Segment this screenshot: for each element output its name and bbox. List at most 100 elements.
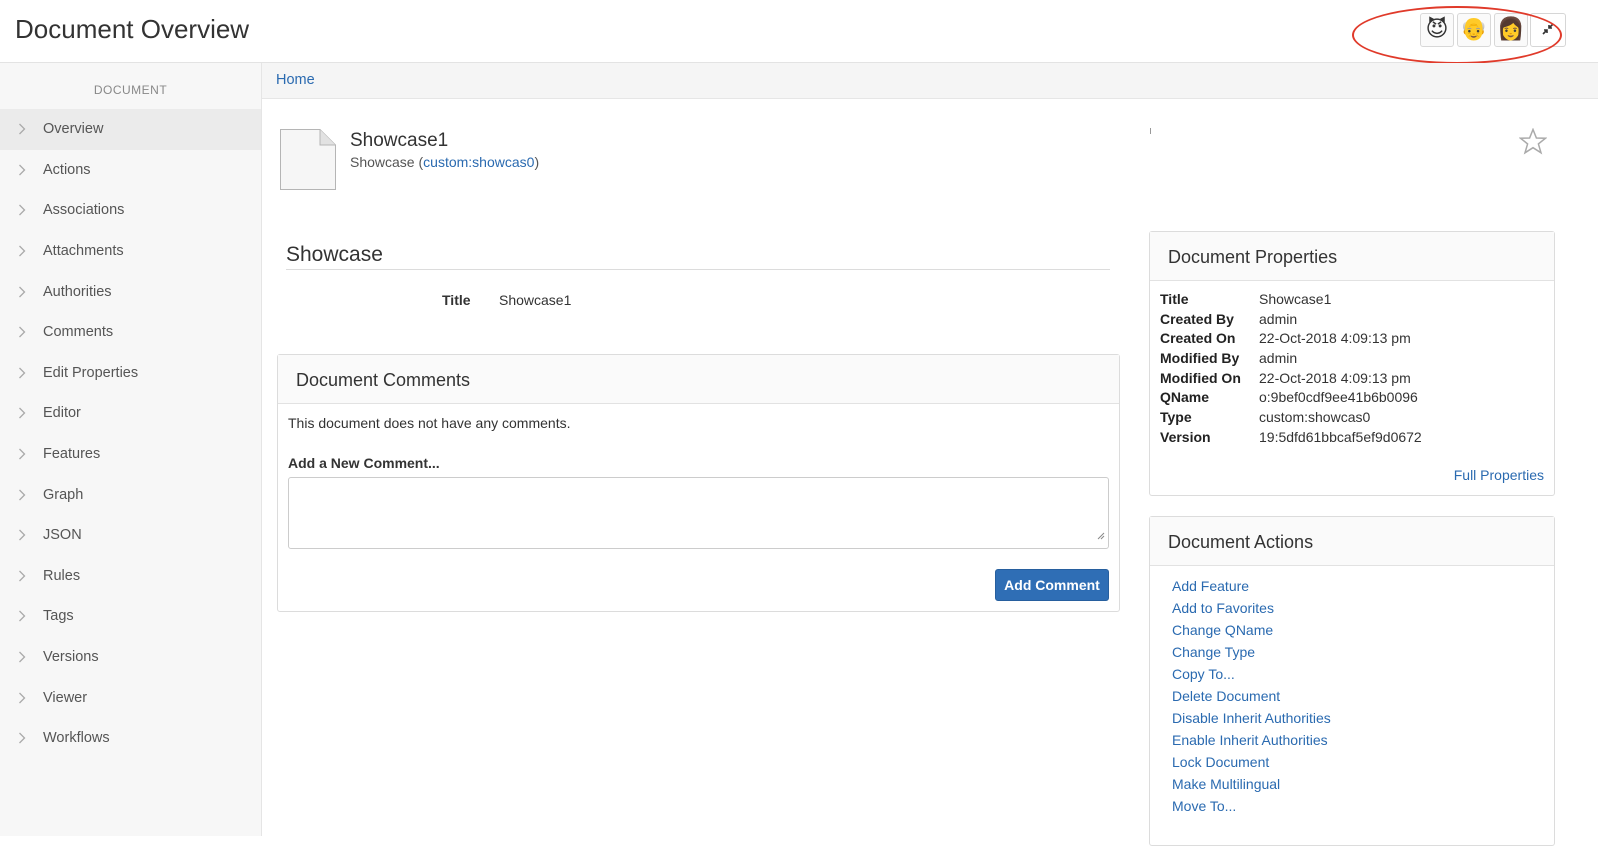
sidebar-item-label: Attachments <box>43 243 124 260</box>
chevron-right-icon <box>18 285 26 299</box>
list-item: Add Feature <box>1172 578 1331 600</box>
list-item: Add to Favorites <box>1172 600 1331 622</box>
sidebar-item-label: Workflows <box>43 730 110 747</box>
list-item: Disable Inherit Authorities <box>1172 710 1331 732</box>
chevron-right-icon <box>18 122 26 136</box>
property-key: QName <box>1160 389 1210 406</box>
sidebar-item-overview[interactable]: Overview <box>0 109 261 150</box>
property-row: Created By admin <box>1160 311 1422 331</box>
chevron-right-icon <box>18 406 26 420</box>
list-item: Move To... <box>1172 798 1331 820</box>
divider-mark <box>1150 128 1151 134</box>
sidebar-item-comments[interactable]: Comments <box>0 312 261 353</box>
sidebar-item-viewer[interactable]: Viewer <box>0 677 261 718</box>
chevron-right-icon <box>18 488 26 502</box>
sidebar-nav: Overview Actions Associations Attachments Au… <box>0 109 261 759</box>
full-properties-link[interactable]: Full Properties <box>1454 467 1544 483</box>
sidebar-item-edit-properties[interactable]: Edit Properties <box>0 353 261 394</box>
list-item: Make Multilingual <box>1172 776 1331 798</box>
property-key: Type <box>1160 409 1192 426</box>
action-change-type-link[interactable]: Change Type <box>1172 644 1255 660</box>
property-key: Version <box>1160 428 1211 445</box>
sidebar-item-attachments[interactable]: Attachments <box>0 231 261 272</box>
chevron-right-icon <box>18 691 26 705</box>
property-value-link[interactable]: 19:5dfd61bbcaf5ef9d0672 <box>1259 429 1422 449</box>
sidebar-item-label: Edit Properties <box>43 364 139 381</box>
property-row: Title Showcase1 <box>1160 291 1422 311</box>
sidebar-item-tags[interactable]: Tags <box>0 596 261 637</box>
resize-grip-icon[interactable] <box>1097 527 1105 543</box>
action-move-to-link[interactable]: Move To... <box>1172 798 1236 814</box>
property-row: QName o:9bef0cdf9ee41b6b0096 <box>1160 389 1422 409</box>
action-change-qname-link[interactable]: Change QName <box>1172 622 1273 638</box>
sidebar-item-label: Tags <box>43 608 74 625</box>
action-add-feature-link[interactable]: Add Feature <box>1172 578 1249 594</box>
document-properties-panel: Document Properties Title Showcase1 Create… <box>1149 231 1555 496</box>
sidebar-item-workflows[interactable]: Workflows <box>0 718 261 759</box>
property-value: 22-Oct-2018 4:09:13 pm <box>1259 330 1411 347</box>
user-avatars: 😈 👴 👩 <box>1420 13 1528 47</box>
property-key: Modified On <box>1160 369 1241 386</box>
property-value: o:9bef0cdf9ee41b6b0096 <box>1259 389 1418 406</box>
sidebar-item-graph[interactable]: Graph <box>0 474 261 515</box>
document-actions-panel: Document Actions Add Feature Add to Favor… <box>1149 516 1555 846</box>
sidebar-item-associations[interactable]: Associations <box>0 190 261 231</box>
chevron-right-icon <box>18 569 26 583</box>
chevron-right-icon <box>18 325 26 339</box>
title-field-value: Showcase1 <box>499 292 572 308</box>
collapse-button[interactable] <box>1530 13 1566 47</box>
panel-title: Document Actions <box>1168 532 1314 552</box>
document-name: Showcase1 <box>350 130 449 151</box>
property-key: Title <box>1160 291 1189 307</box>
property-key: Modified By <box>1160 350 1240 367</box>
avatar[interactable]: 👩 <box>1494 13 1528 47</box>
property-row: Created On 22-Oct-2018 4:09:13 pm <box>1160 330 1422 350</box>
sidebar-item-label: Overview <box>43 121 104 138</box>
document-type: Showcase (custom:showcas0) <box>350 154 540 170</box>
add-comment-button[interactable]: Add Comment <box>995 569 1109 601</box>
avatar[interactable]: 👴 <box>1457 13 1491 47</box>
action-copy-to-link[interactable]: Copy To... <box>1172 666 1235 682</box>
sidebar-heading: DOCUMENT <box>93 83 168 97</box>
title-field-label: Title <box>442 292 471 308</box>
property-value: 22-Oct-2018 4:09:13 pm <box>1259 369 1411 386</box>
comment-textarea[interactable] <box>288 477 1109 549</box>
avatar[interactable]: 😈 <box>1420 13 1454 47</box>
action-make-multilingual-link[interactable]: Make Multilingual <box>1172 776 1280 792</box>
action-add-to-favorites-link[interactable]: Add to Favorites <box>1172 600 1274 616</box>
list-item: Copy To... <box>1172 666 1331 688</box>
chevron-right-icon <box>18 366 26 380</box>
action-enable-inherit-authorities-link[interactable]: Enable Inherit Authorities <box>1172 732 1328 748</box>
breadcrumb-home-link[interactable]: Home <box>276 72 315 88</box>
action-delete-document-link[interactable]: Delete Document <box>1172 688 1280 704</box>
sidebar-item-actions[interactable]: Actions <box>0 150 261 191</box>
favorite-star-icon[interactable] <box>1518 127 1548 158</box>
document-type-label: Showcase <box>350 154 415 170</box>
sidebar-item-rules[interactable]: Rules <box>0 556 261 597</box>
property-row: Version 19:5dfd61bbcaf5ef9d0672 <box>1160 429 1422 449</box>
panel-header: Document Properties <box>1150 232 1554 281</box>
property-value-link[interactable]: custom:showcas0 <box>1259 409 1370 429</box>
property-row: Modified On 22-Oct-2018 4:09:13 pm <box>1160 370 1422 390</box>
compress-icon <box>1542 22 1554 38</box>
chevron-right-icon <box>18 650 26 664</box>
sidebar-item-label: Graph <box>43 486 84 503</box>
sidebar-item-authorities[interactable]: Authorities <box>0 271 261 312</box>
action-list: Add Feature Add to Favorites Change QName C… <box>1172 578 1331 820</box>
action-lock-document-link[interactable]: Lock Document <box>1172 754 1269 770</box>
sidebar-item-json[interactable]: JSON <box>0 515 261 556</box>
property-value-link[interactable]: admin <box>1259 311 1297 331</box>
no-comments-text: This document does not have any comments… <box>288 415 571 431</box>
section-divider <box>286 269 1110 270</box>
action-disable-inherit-authorities-link[interactable]: Disable Inherit Authorities <box>1172 710 1331 726</box>
property-key: Created On <box>1160 330 1236 347</box>
document-type-link[interactable]: custom:showcas0 <box>423 154 534 170</box>
sidebar-item-features[interactable]: Features <box>0 434 261 475</box>
sidebar-item-versions[interactable]: Versions <box>0 637 261 678</box>
property-value-link[interactable]: admin <box>1259 350 1297 370</box>
header-bar: Document Overview 😈 👴 👩 <box>0 0 1598 64</box>
sidebar-item-editor[interactable]: Editor <box>0 393 261 434</box>
showcase-section-title: Showcase <box>286 243 383 266</box>
document-file-icon <box>280 129 336 193</box>
page-title: Document Overview <box>15 14 250 44</box>
